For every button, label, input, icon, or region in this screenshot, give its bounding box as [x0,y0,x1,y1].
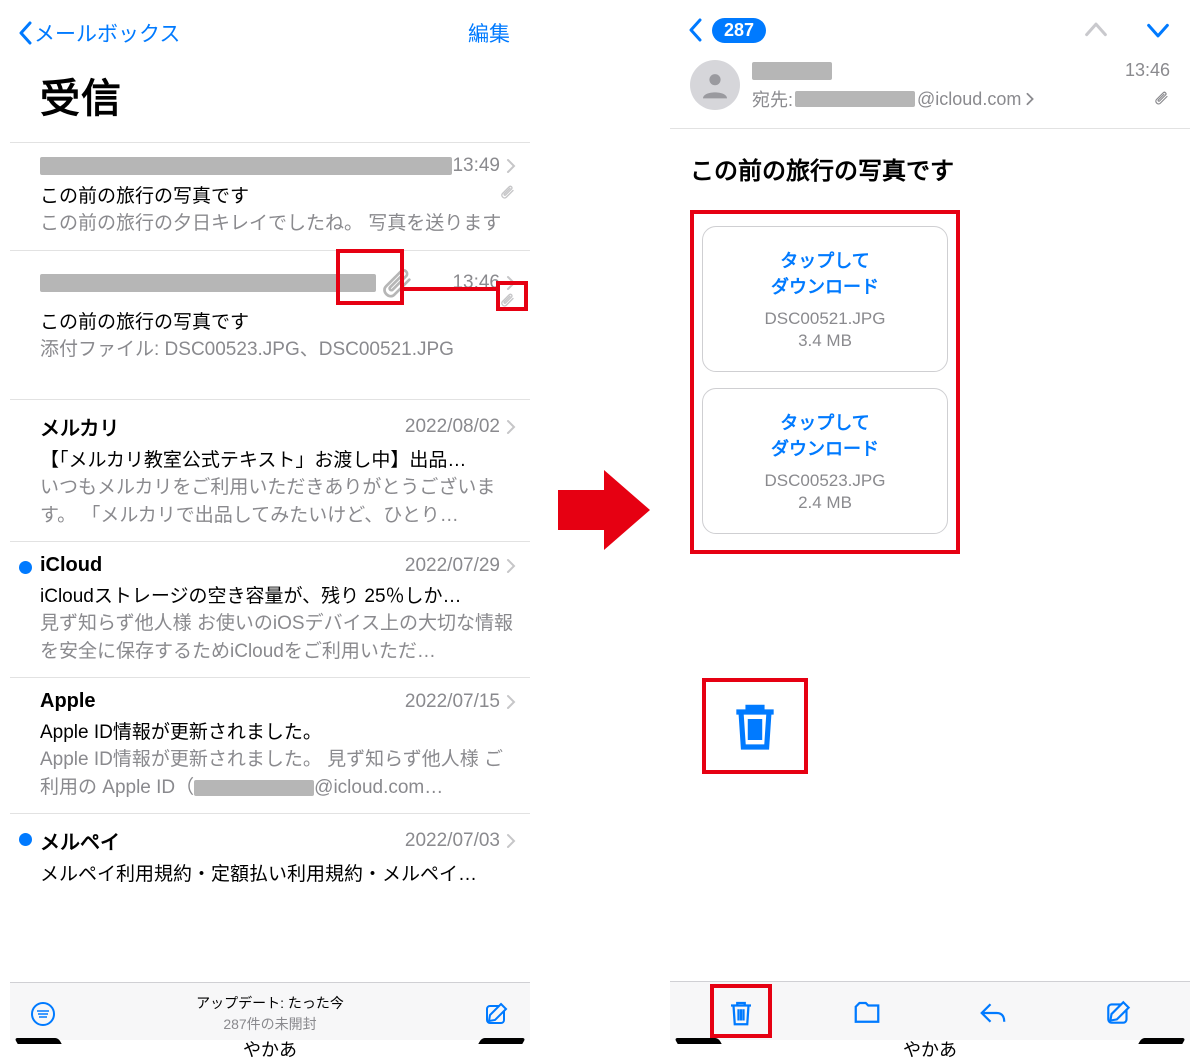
message-subject: Apple ID情報が更新されました。 [40,717,516,744]
paperclip-icon [498,183,516,201]
sender-redacted [40,274,376,292]
message-preview: Apple ID情報が更新されました。 見ず知らず他人様 ご利用の Apple … [40,746,516,801]
keyboard-hint: やかあ [10,1036,530,1058]
message-item[interactable]: Apple 2022/07/15 Apple ID情報が更新されました。 App… [10,677,530,813]
message-date: 2022/07/29 [405,555,500,577]
reply-icon [978,998,1008,1028]
message-date: 2022/07/15 [405,691,500,713]
message-subject: この前の旅行の写真です [670,129,1190,210]
next-message-button[interactable] [1144,16,1172,44]
highlight-box [702,678,808,774]
message-sender: iCloud [40,554,405,577]
unread-badge[interactable]: 287 [712,18,766,43]
updated-label: アップデート: たった今 [58,993,482,1013]
sender-redacted [752,62,832,80]
message-subject: メルペイ利用規約・定額払い利用規約・メルペイ… [40,859,516,886]
chevron-right-icon [506,833,516,849]
inbox-screen: メールボックス 編集 受信 13:49 この前の旅行の写真です この前の旅行の夕… [10,0,530,1058]
message-preview: この前の旅行の夕日キレイでしたね。 写真を送ります [40,210,516,238]
message-item[interactable]: iCloud 2022/07/29 iCloudストレージの空き容量が、残り 2… [10,541,530,677]
paperclip-icon [1152,89,1170,107]
filter-button[interactable] [28,999,58,1029]
delete-button[interactable] [724,996,758,1030]
bottom-toolbar: アップデート: たった今 287件の未開封 [10,982,530,1040]
person-icon [699,69,731,101]
message-date: 13:49 [452,155,500,177]
message-date: 2022/08/02 [405,416,500,438]
nav-bar: 287 [670,0,1190,60]
compose-icon [1104,998,1134,1028]
highlight-box [710,984,772,1038]
highlight-box [496,281,528,311]
bottom-toolbar [670,981,1190,1040]
to-domain: @icloud.com [917,89,1021,110]
edit-button[interactable]: 編集 [468,18,520,48]
trash-enlarged [702,678,808,774]
message-item[interactable]: 13:46 この前の旅行の写真です 添付ファイル: DSC00523.JPG、D… [10,250,530,400]
chevron-right-icon [506,158,516,174]
keyboard-hint-text: やかあ [243,1040,297,1058]
message-item[interactable]: 13:49 この前の旅行の写真です この前の旅行の夕日キレイでしたね。 写真を送… [10,142,530,250]
chevron-right-icon [506,558,516,574]
reply-button[interactable] [976,996,1010,1030]
unread-indicator [19,833,32,846]
message-item[interactable]: メルペイ 2022/07/03 メルペイ利用規約・定額払い利用規約・メルペイ… [10,813,530,898]
keyboard-hint-text: やかあ [903,1040,957,1058]
page-title: 受信 [10,66,530,142]
message-sender: メルカリ [40,412,405,441]
redacted-text [795,91,915,107]
message-subject: この前の旅行の写真です [40,307,516,334]
unread-count: 287件の未開封 [58,1014,482,1034]
move-button[interactable] [850,996,884,1030]
recipient-line[interactable]: 宛先: @icloud.com [752,86,1125,112]
message-subject: iCloudストレージの空き容量が、残り 25％しか… [40,581,516,608]
chevron-left-icon [18,21,32,45]
message-sender: メルペイ [40,826,405,855]
message-detail-screen: 287 宛先: @icloud.com 13:46 この前の旅行の写真です タッ… [670,0,1190,1058]
back-button[interactable] [688,18,702,42]
folder-icon [852,998,882,1028]
compose-button[interactable] [482,999,512,1029]
message-preview: 添付ファイル: DSC00523.JPG、DSC00521.JPG [40,336,516,364]
message-preview: いつもメルカリをご利用いただきありがとうございます。 「メルカリで出品してみたい… [40,474,516,529]
back-label: メールボックス [34,18,180,48]
message-subject: この前の旅行の写真です [40,181,516,208]
message-time: 13:46 [1125,60,1170,81]
highlight-box [336,249,404,305]
compose-button[interactable] [1102,996,1136,1030]
nav-bar: メールボックス 編集 [10,0,530,66]
attachments-area: タップして ダウンロード DSC00521.JPG 3.4 MB タップして ダ… [690,210,960,550]
unread-indicator [19,561,32,574]
keyboard-hint: やかあ [670,1036,1190,1058]
to-label: 宛先: [752,86,793,112]
highlight-connector [404,287,496,291]
sender-redacted [40,157,452,175]
message-sender: Apple [40,690,405,713]
message-date: 2022/07/03 [405,830,500,852]
avatar[interactable] [690,60,740,110]
chevron-right-icon [506,419,516,435]
preview-text: @icloud.com… [314,777,443,798]
prev-message-button[interactable] [1082,16,1110,44]
message-header: 宛先: @icloud.com 13:46 [670,60,1190,129]
chevron-right-icon [506,694,516,710]
back-button[interactable]: メールボックス [18,18,180,48]
message-item[interactable]: メルカリ 2022/08/02 【「メルカリ教室公式テキスト」お渡し中】出品… … [10,399,530,541]
message-subject: 【「メルカリ教室公式テキスト」お渡し中】出品… [40,445,516,472]
annotation-arrow [558,470,650,550]
highlight-box [690,210,960,554]
message-preview: 見ず知らず他人様 お使いのiOSデバイス上の大切な情報を安全に保存するためiCl… [40,610,516,665]
chevron-right-icon [1025,92,1035,106]
sync-status: アップデート: たった今 287件の未開封 [58,993,482,1034]
message-list: 13:49 この前の旅行の写真です この前の旅行の夕日キレイでしたね。 写真を送… [10,142,530,898]
redacted-text [194,780,314,796]
